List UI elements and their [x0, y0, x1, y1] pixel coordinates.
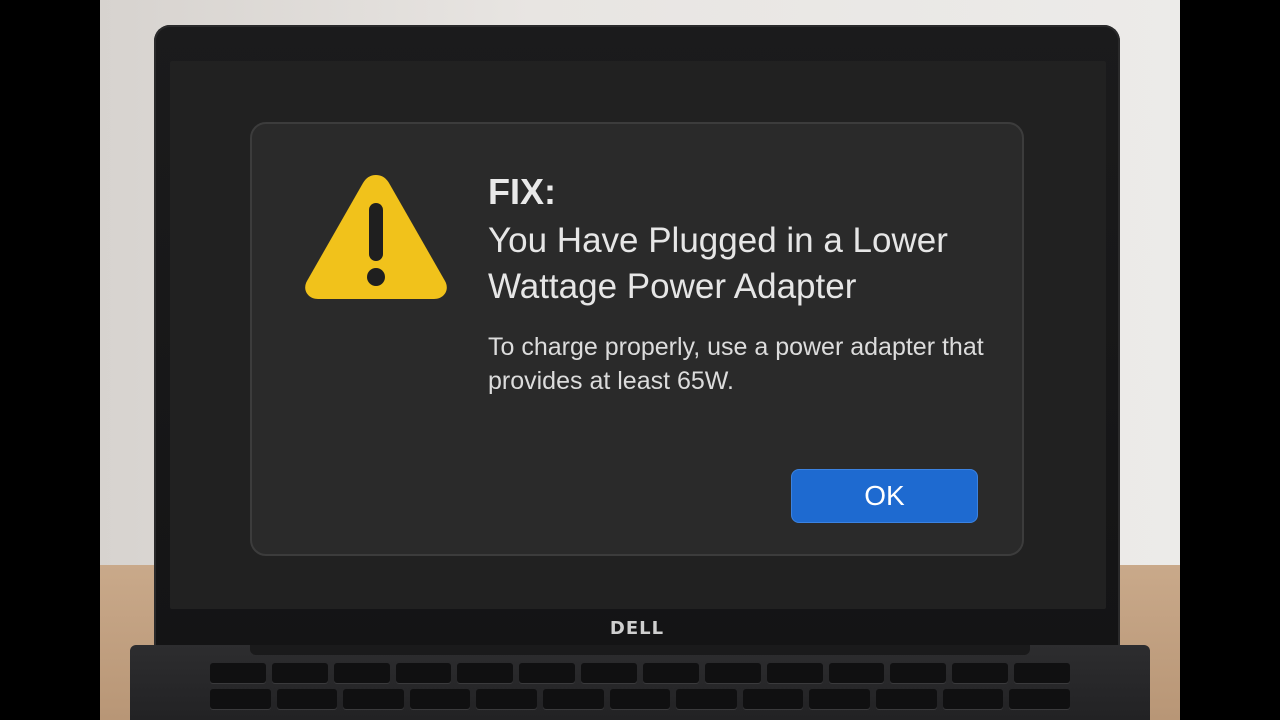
keyboard-key: [742, 689, 804, 709]
laptop-screen: FIX: You Have Plugged in a Lower Wattage…: [170, 61, 1106, 609]
ok-button[interactable]: OK: [791, 469, 978, 523]
keyboard-key: [581, 663, 638, 683]
warning-triangle-icon: [305, 175, 447, 299]
keyboard-key: [876, 689, 937, 709]
keyboard-key: [942, 689, 1004, 709]
keyboard-key: [343, 689, 404, 709]
dialog-text-block: FIX: You Have Plugged in a Lower Wattage…: [488, 170, 998, 398]
dialog-title: You Have Plugged in a Lower Wattage Powe…: [488, 221, 948, 306]
fix-label: FIX:: [488, 171, 556, 212]
power-adapter-warning-dialog: FIX: You Have Plugged in a Lower Wattage…: [250, 122, 1024, 556]
keyboard-key: [333, 663, 390, 683]
keyboard-key: [543, 689, 604, 709]
keyboard-key: [409, 689, 471, 709]
keyboard-key: [395, 663, 452, 683]
keyboard-key: [676, 689, 737, 709]
keyboard-key: [457, 663, 514, 683]
keyboard-row: [210, 689, 1070, 709]
keyboard-key: [1014, 663, 1071, 683]
keyboard-key: [476, 689, 538, 709]
keyboard-key: [890, 663, 947, 683]
keyboard-key: [1009, 689, 1070, 709]
laptop-lid: FIX: You Have Plugged in a Lower Wattage…: [154, 25, 1120, 655]
keyboard-key: [828, 663, 885, 683]
keyboard-key: [609, 689, 671, 709]
keyboard-key: [210, 663, 266, 683]
video-frame: FIX: You Have Plugged in a Lower Wattage…: [0, 0, 1280, 720]
laptop-keyboard-deck: [130, 645, 1150, 720]
dialog-message: To charge properly, use a power adapter …: [488, 333, 984, 395]
laptop-hinge: [250, 645, 1030, 655]
keyboard-key: [704, 663, 761, 683]
brand-logo: DELL: [609, 618, 665, 639]
keyboard-key: [210, 689, 271, 709]
keyboard-key: [766, 663, 823, 683]
keyboard-key: [271, 663, 328, 683]
keyboard-key: [952, 663, 1009, 683]
keyboard-key: [519, 663, 576, 683]
keyboard-key: [276, 689, 338, 709]
keyboard-key: [643, 663, 699, 683]
photo-backdrop: FIX: You Have Plugged in a Lower Wattage…: [100, 0, 1180, 720]
keyboard-key: [809, 689, 871, 709]
keyboard-row: [210, 663, 1071, 683]
